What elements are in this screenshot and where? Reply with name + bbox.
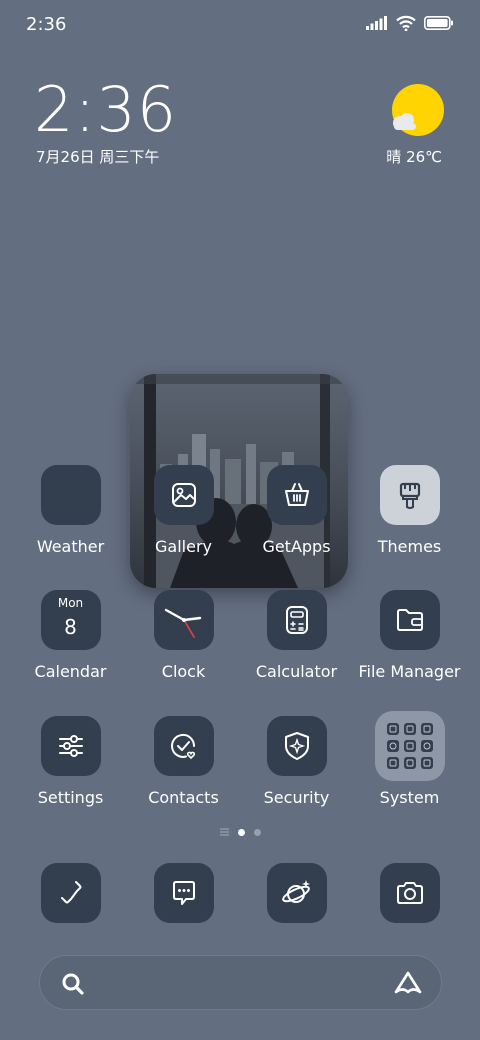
app-calendar[interactable]: Mon 8 Calendar [14,590,127,681]
messages-icon [173,881,195,905]
calendar-date: 8 [64,615,77,639]
phone-icon [61,881,82,904]
app-themes[interactable]: Themes [353,465,466,556]
status-icons [366,15,454,31]
page-dot-active[interactable] [237,828,245,836]
app-label: Contacts [148,788,219,807]
contacts-icon [153,716,214,776]
app-security[interactable]: Security [240,716,353,807]
app-getapps[interactable]: GetApps [240,465,353,556]
app-label: Calendar [34,662,107,681]
shield-icon [266,716,327,776]
basket-icon [266,465,327,525]
gallery-icon [153,465,214,525]
app-label: Settings [37,788,104,807]
app-gallery[interactable]: Gallery [127,465,240,556]
signal-icon [366,16,387,30]
app-clock[interactable]: Clock [127,590,240,681]
weather-summary: 晴 26℃ [386,148,442,166]
app-label: System [379,788,440,807]
sliders-icon [40,716,101,776]
dock-messages[interactable] [154,863,214,923]
app-label: GetApps [262,537,331,556]
calculator-icon [266,590,327,650]
app-label: Themes [377,537,442,556]
battery-icon [424,16,453,30]
status-time: 2:36 [26,14,67,35]
wifi-icon [396,15,416,31]
folder-icon [379,590,440,650]
app-label: Calculator [255,662,338,681]
browser-icon [282,880,310,903]
paintbrush-icon [379,465,440,525]
dock-browser[interactable] [267,863,327,923]
app-label: Gallery [155,537,212,556]
camera-icon [397,882,423,904]
app-label: Clock [161,662,206,681]
app-calculator[interactable]: Calculator [240,590,353,681]
cloud-icon [393,113,416,130]
search-bar[interactable] [39,955,442,1010]
app-weather[interactable]: Weather [14,465,127,556]
calendar-day: Mon [57,596,84,610]
search-icon[interactable] [60,971,86,997]
clock-icon [153,590,214,650]
page-list-icon[interactable] [219,828,229,836]
assistant-icon[interactable] [393,969,423,997]
page-indicator[interactable] [0,828,480,836]
app-contacts[interactable]: Contacts [127,716,240,807]
weather-app-icon [40,465,101,525]
app-label: File Manager [358,662,461,681]
folder-grid-icon [374,711,445,781]
app-file-manager[interactable]: File Manager [353,590,466,681]
calendar-icon: Mon 8 [40,590,101,650]
app-label: Weather [36,537,105,556]
dock-phone[interactable] [41,863,101,923]
status-bar: 2:36 [0,0,480,52]
app-settings[interactable]: Settings [14,716,127,807]
app-label: Security [263,788,330,807]
page-dot[interactable] [253,828,261,836]
widget-clock-time[interactable]: 2:36 [34,76,177,144]
widget-date: 7月26日 周三下午 [36,148,160,166]
app-system-folder[interactable]: System [353,711,466,807]
dock-camera[interactable] [380,863,440,923]
